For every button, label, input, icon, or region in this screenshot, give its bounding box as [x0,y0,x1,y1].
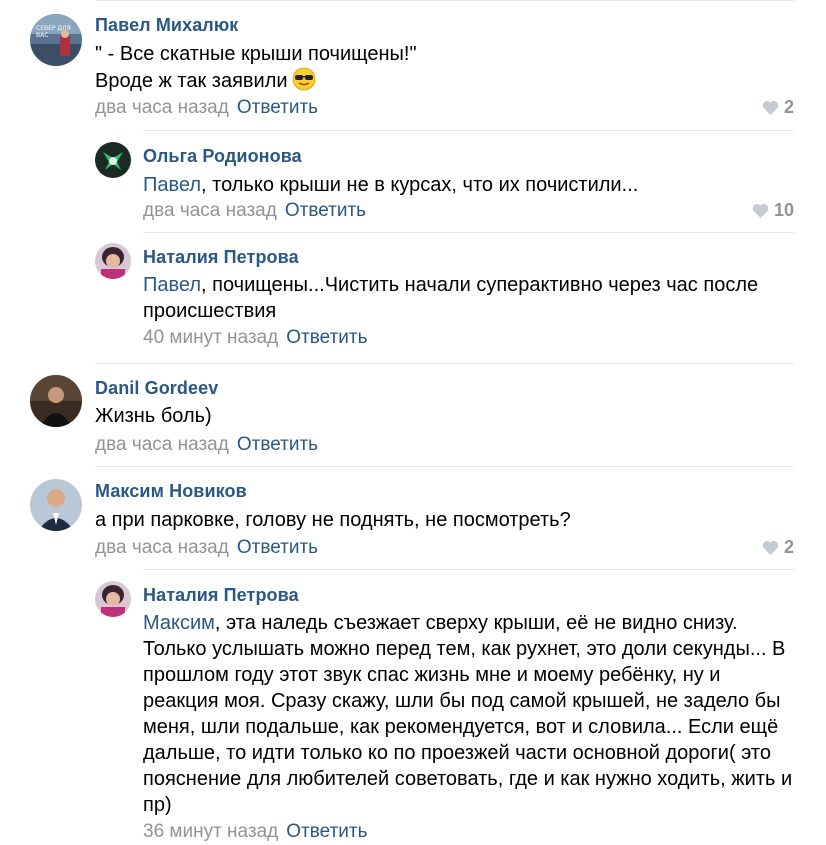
separator [143,130,794,131]
separator [143,569,794,570]
heart-icon [762,100,779,115]
comment-meta: два часа назад Ответить [95,434,318,456]
comment-text-line: " - Все скатные крыши почищены!" [95,43,417,65]
separator [95,466,794,467]
comment-author[interactable]: Ольга Родионова [143,146,302,167]
comment-meta: два часа назад Ответить [143,200,366,222]
comment-text: " - Все скатные крыши почищены!" Вроде ж… [95,41,775,98]
reply-button[interactable]: Ответить [286,821,367,842]
svg-text:ВАС: ВАС [36,32,48,39]
comment-text-line: Максим, эта наледь съезжает сверху крыши… [143,610,803,636]
comment-text-body: , эта наледь съезжает сверху крыши, её н… [214,612,738,634]
comment-text: Павел, почищены...Чистить начали суперак… [143,272,793,324]
heart-icon [762,540,779,555]
comment-meta: два часа назад Ответить [95,97,318,119]
like-count: 10 [773,200,794,220]
comment-meta: 36 минут назад Ответить [143,821,368,843]
comment-text-body: , только крыши не в курсах, что их почис… [201,174,639,196]
avatar[interactable] [95,581,131,617]
comment-text-line-2: Вроде ж так заявили [95,70,288,92]
reply-button[interactable]: Ответить [237,537,318,558]
like-count: 2 [783,537,794,557]
comment-text: Жизнь боль) [95,405,212,427]
reply-button[interactable]: Ответить [285,200,366,221]
comment-text-line: Павел, почищены...Чистить начали суперак… [143,272,793,298]
comment-meta: два часа назад Ответить [95,537,318,559]
comment-text-line: дальше, то идти только ко по проезжей ча… [143,742,771,764]
comment-time[interactable]: 40 минут назад [143,327,278,348]
mention-link[interactable]: Павел [143,174,201,196]
comment-text-line: Только услышать можно перед тем, как рух… [143,638,786,660]
like-button[interactable]: 2 [762,97,794,118]
comment-text-line: меня, шли подальше, как рекомендуется, в… [143,716,779,738]
comment-author[interactable]: Павел Михалюк [95,15,238,36]
like-button[interactable]: 10 [752,200,794,221]
avatar[interactable] [30,375,82,427]
reply-button[interactable]: Ответить [237,434,318,455]
comment-time[interactable]: два часа назад [95,434,229,455]
avatar[interactable]: СЕВЕР ДЛЯ ВАС [30,14,82,66]
reply-button[interactable]: Ответить [237,97,318,118]
comment-text: Павел, только крыши не в курсах, что их … [143,172,783,198]
sunglasses-emoji-icon [292,67,316,98]
separator [143,232,794,233]
avatar[interactable] [30,479,82,531]
heart-icon [752,203,769,218]
comment-text-line: Вроде ж так заявили [95,67,775,98]
top-separator [96,0,794,4]
like-button[interactable]: 2 [762,537,794,558]
comment-text: а при парковке, голову не поднять, не по… [95,509,571,531]
comment-author[interactable]: Максим Новиков [95,481,247,502]
comment-time[interactable]: два часа назад [95,537,229,558]
comment-text-line: реакция моя. Сразу скажу, шли бы под сам… [143,690,781,712]
avatar[interactable] [95,142,131,178]
comment-text-line: пр) [143,794,172,816]
comment-time[interactable]: два часа назад [95,97,229,118]
comment-text-line: прошлом году этот звук спас жизнь мне и … [143,664,721,686]
like-count: 2 [783,97,794,117]
comment-author[interactable]: Наталия Петрова [143,585,299,606]
mention-link[interactable]: Максим [143,612,215,634]
comment-author[interactable]: Danil Gordeev [95,378,218,399]
comment-text-line: происшествия [143,300,277,322]
comment-time[interactable]: два часа назад [143,200,277,221]
separator [95,363,794,364]
reply-button[interactable]: Ответить [286,327,367,348]
comment-text: Максим, эта наледь съезжает сверху крыши… [143,610,803,818]
mention-link[interactable]: Павел [143,274,201,296]
comment-text-body: , почищены...Чистить начали суперактивно… [201,274,759,296]
comment-meta: 40 минут назад Ответить [143,327,368,349]
avatar[interactable] [95,243,131,279]
comment-time[interactable]: 36 минут назад [143,821,278,842]
comment-author[interactable]: Наталия Петрова [143,247,299,268]
comment-text-line: пояснение для любителей советовать, где … [143,768,793,790]
